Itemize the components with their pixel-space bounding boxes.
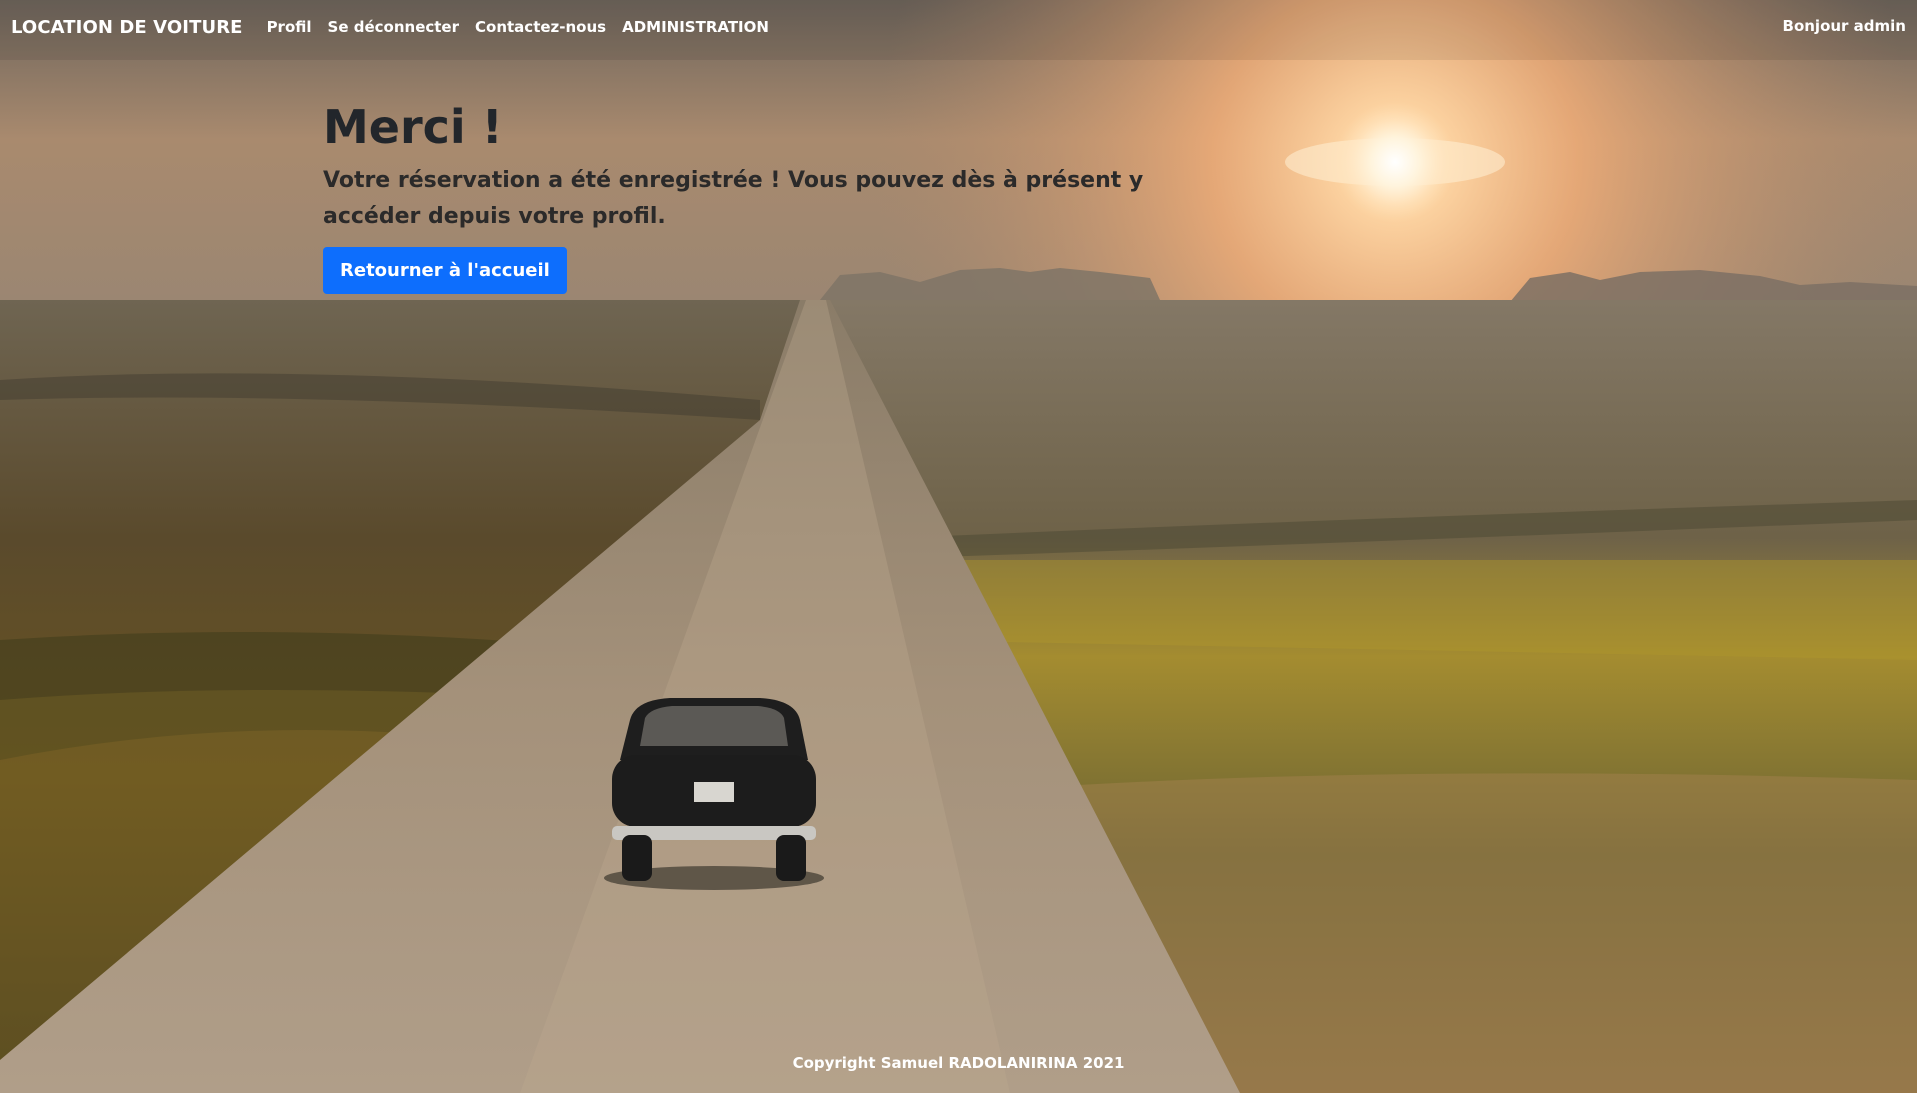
- navbar: LOCATION DE VOITURE Profil Se déconnecte…: [0, 0, 1917, 54]
- nav-link-administration[interactable]: ADMINISTRATION: [622, 18, 769, 36]
- page-title: Merci !: [323, 100, 503, 154]
- nav-link-profil[interactable]: Profil: [267, 18, 312, 36]
- page: LOCATION DE VOITURE Profil Se déconnecte…: [0, 0, 1917, 1093]
- confirmation-message: Votre réservation a été enregistrée ! Vo…: [323, 168, 1144, 230]
- brand-link[interactable]: LOCATION DE VOITURE: [11, 17, 243, 38]
- footer: Copyright Samuel RADOLANIRINA 2021: [0, 1054, 1917, 1072]
- back-home-button[interactable]: Retourner à l'accueil: [323, 247, 567, 295]
- user-greeting: Bonjour admin: [1782, 17, 1906, 35]
- nav-link-contact[interactable]: Contactez-nous: [475, 18, 606, 36]
- copyright-text: Copyright Samuel RADOLANIRINA 2021: [792, 1054, 1125, 1072]
- nav-links: Profil Se déconnecter Contactez-nous ADM…: [267, 18, 785, 36]
- confirmation-section: Merci ! Votre réservation a été enregist…: [323, 100, 1203, 295]
- nav-link-logout[interactable]: Se déconnecter: [328, 18, 459, 36]
